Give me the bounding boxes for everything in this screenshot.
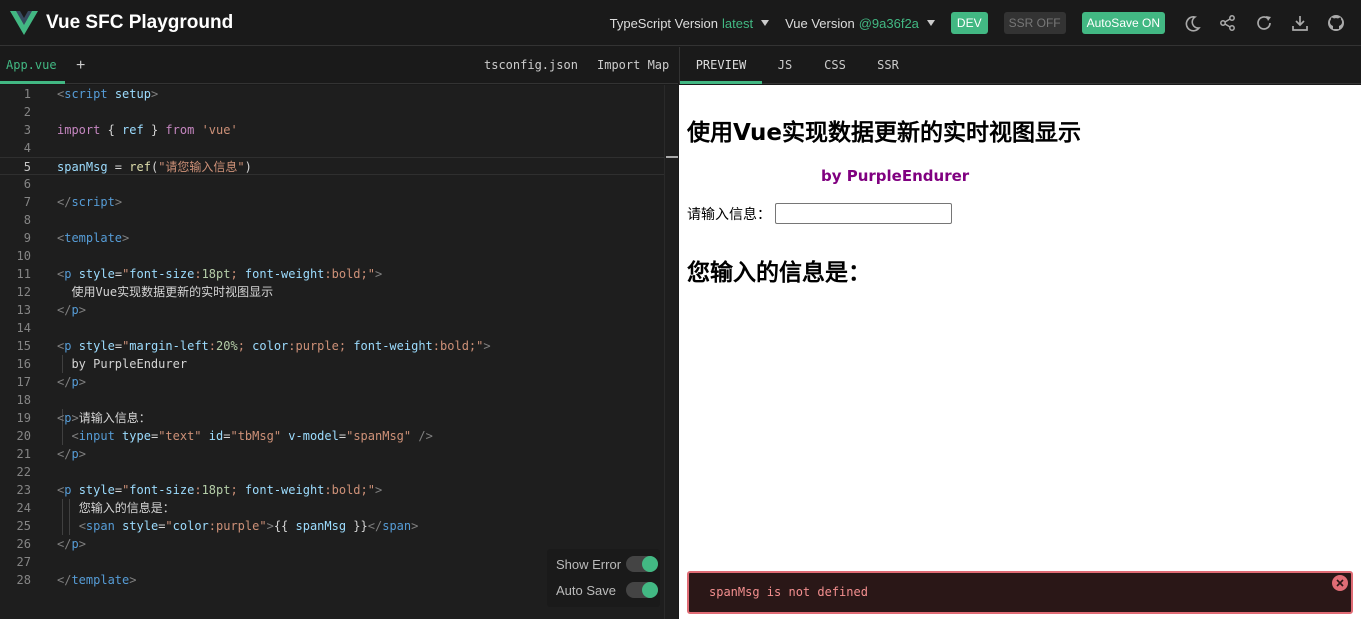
message-input[interactable] xyxy=(775,203,952,224)
tab-tsconfig[interactable]: tsconfig.json xyxy=(484,47,578,84)
moon-icon[interactable] xyxy=(1181,12,1203,34)
vue-logo xyxy=(10,10,38,35)
app-title: Vue SFC Playground xyxy=(46,11,234,33)
tab-preview[interactable]: PREVIEW xyxy=(680,47,762,84)
code-line: 22 xyxy=(16,465,31,479)
reload-icon[interactable] xyxy=(1253,12,1275,34)
auto-save-label: Auto Save xyxy=(556,582,616,598)
preview-pane: 使用Vue实现数据更新的实时视图显示 by PurpleEndurer 请输入信… xyxy=(679,85,1361,619)
chevron-down-icon xyxy=(926,20,935,26)
code-line: 4 xyxy=(23,141,31,155)
share-icon[interactable] xyxy=(1217,12,1239,34)
show-error-label: Show Error xyxy=(556,556,622,572)
code-editor[interactable]: 1 <script setup> 2 3 import { ref } from '… xyxy=(0,85,664,619)
preview-author: by PurpleEndurer xyxy=(821,167,970,185)
chevron-down-icon xyxy=(761,20,770,26)
tab-js[interactable]: JS xyxy=(765,47,805,84)
tab-ssr[interactable]: SSR xyxy=(868,47,908,84)
auto-save-switch[interactable] xyxy=(626,582,658,598)
typescript-version-value: latest xyxy=(722,15,754,31)
preview-prompt-label: 请输入信息： xyxy=(687,206,771,223)
code-line: 15 <p style="margin-left:20%; color:purpl… xyxy=(16,339,491,353)
code-line: 11 <p style="font-size:18pt; font-weight:… xyxy=(16,267,383,281)
ssr-toggle[interactable]: SSR OFF xyxy=(1003,12,1066,34)
code-line: 25 <span style="color:purple">{{ spanMsg… xyxy=(16,519,419,533)
show-error-switch[interactable] xyxy=(626,556,658,572)
dev-toggle[interactable]: DEV xyxy=(950,12,988,34)
auto-save-toggle[interactable]: Auto Save xyxy=(547,577,660,603)
code-line: 7 </script> xyxy=(23,195,123,209)
error-text: spanMsg is not defined xyxy=(709,585,868,599)
code-line: 12 使用Vue实现数据更新的实时视图显示 xyxy=(16,285,274,299)
github-icon[interactable] xyxy=(1325,12,1347,34)
code-line: 3 import { ref } from 'vue' xyxy=(23,123,238,137)
file-tabs: App.vue + tsconfig.json Import Map xyxy=(0,47,678,84)
tab-import-map[interactable]: Import Map xyxy=(597,47,669,84)
preview-result-heading: 您输入的信息是： xyxy=(687,260,871,286)
close-icon[interactable] xyxy=(1332,575,1348,591)
code-line: 9 <template> xyxy=(23,231,130,245)
code-line: 13 </p> xyxy=(16,303,86,317)
vue-version-select[interactable]: Vue Version @9a36f2a xyxy=(785,16,935,31)
output-tabs: PREVIEW JS CSS SSR xyxy=(679,47,1361,84)
code-line: 1 <script setup> xyxy=(23,87,159,101)
scrollbar-cursor-marker xyxy=(666,156,678,158)
code-line: 18 xyxy=(16,393,31,407)
code-line: 24 您输入的信息是： xyxy=(16,501,175,515)
autosave-toggle[interactable]: AutoSave ON xyxy=(1081,12,1165,34)
code-line: 20 <input type="text" id="tbMsg" v-model… xyxy=(16,429,433,443)
tab-css[interactable]: CSS xyxy=(814,47,856,84)
editor-toggles: Show Error Auto Save xyxy=(547,549,660,607)
code-line: 17 </p> xyxy=(16,375,86,389)
code-line: 21 </p> xyxy=(16,447,86,461)
error-message-box: spanMsg is not defined xyxy=(687,571,1353,614)
current-code-line: 5 spanMsg = ref("请您输入信息") xyxy=(0,157,664,175)
vue-version-value: @9a36f2a xyxy=(858,15,919,31)
code-line: 6 xyxy=(23,177,31,191)
top-bar: Vue SFC Playground TypeScript Version la… xyxy=(0,0,1361,46)
preview-heading: 使用Vue实现数据更新的实时视图显示 xyxy=(687,120,1081,146)
typescript-version-select[interactable]: TypeScript Version latest xyxy=(609,15,770,31)
code-line: 2 xyxy=(23,105,31,119)
code-line: 10 xyxy=(16,249,31,263)
download-icon[interactable] xyxy=(1289,12,1311,34)
vue-version-label: Vue Version xyxy=(785,15,855,31)
code-line: 8 xyxy=(23,213,31,227)
code-line: 23 <p style="font-size:18pt; font-weight:… xyxy=(16,483,383,497)
show-error-toggle[interactable]: Show Error xyxy=(547,551,660,577)
code-line: 19 <p>请输入信息： xyxy=(16,411,151,425)
preview-input-row: 请输入信息： xyxy=(687,203,952,224)
tab-app-vue[interactable]: App.vue xyxy=(0,47,65,84)
code-line: 14 xyxy=(16,321,31,335)
typescript-version-label: TypeScript Version xyxy=(609,15,719,31)
code-line: 16 by PurpleEndurer xyxy=(16,357,188,371)
add-file-button[interactable]: + xyxy=(76,47,85,84)
editor-scrollbar[interactable] xyxy=(664,85,678,619)
